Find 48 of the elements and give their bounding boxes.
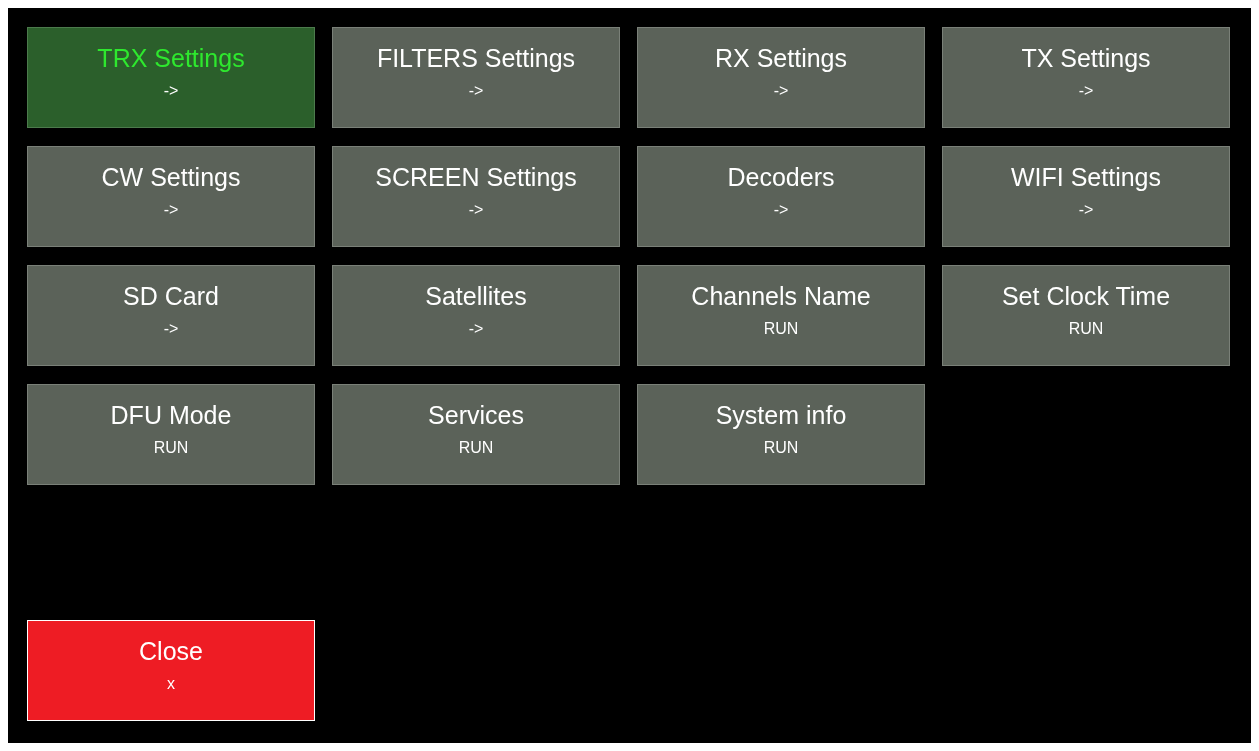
menu-tile[interactable]: SD Card -> [27, 265, 315, 366]
tile-action: RUN [763, 440, 799, 456]
tile-title: SCREEN Settings [375, 165, 577, 190]
tile-action: -> [163, 321, 179, 337]
tile-title: SD Card [123, 284, 219, 309]
tile-action: -> [1078, 202, 1094, 218]
tile-title: CW Settings [101, 165, 241, 190]
close-button[interactable]: Close x [27, 620, 315, 721]
tile-title: WIFI Settings [1010, 165, 1161, 190]
tile-action: -> [773, 83, 789, 99]
menu-tile[interactable]: SCREEN Settings -> [332, 146, 620, 247]
tile-action: -> [468, 202, 484, 218]
menu-tile[interactable]: Decoders -> [637, 146, 925, 247]
menu-tile[interactable]: Channels Name RUN [637, 265, 925, 366]
menu-tile[interactable]: System info RUN [637, 384, 925, 485]
menu-tile[interactable]: TRX Settings -> [27, 27, 315, 128]
tile-title: Channels Name [691, 284, 871, 309]
tile-action: RUN [458, 440, 494, 456]
tile-title: Decoders [727, 165, 835, 190]
tile-action: -> [468, 321, 484, 337]
tile-action: -> [163, 83, 179, 99]
menu-tile[interactable]: WIFI Settings -> [942, 146, 1230, 247]
tile-action: -> [468, 83, 484, 99]
tile-action: RUN [763, 321, 799, 337]
menu-tile[interactable]: Satellites -> [332, 265, 620, 366]
menu-tile[interactable]: RX Settings -> [637, 27, 925, 128]
menu-tile[interactable]: Set Clock Time RUN [942, 265, 1230, 366]
tile-action: -> [773, 202, 789, 218]
tile-title: RX Settings [715, 46, 847, 71]
tile-action: -> [1078, 83, 1094, 99]
tile-title: Set Clock Time [1001, 284, 1171, 309]
tile-title: DFU Mode [110, 403, 232, 428]
menu-tile[interactable]: Services RUN [332, 384, 620, 485]
tile-action: RUN [153, 440, 189, 456]
menu-tile[interactable]: CW Settings -> [27, 146, 315, 247]
tile-title: TRX Settings [97, 46, 245, 71]
tile-action: RUN [1068, 321, 1104, 337]
menu-tile[interactable]: TX Settings -> [942, 27, 1230, 128]
tile-title: TX Settings [1021, 46, 1151, 71]
tile-action: x [167, 676, 175, 692]
tile-action: -> [163, 202, 179, 218]
menu-tile[interactable]: FILTERS Settings -> [332, 27, 620, 128]
tile-title: Services [428, 403, 524, 428]
tile-title: System info [715, 403, 847, 428]
tile-title: Close [139, 639, 203, 664]
tile-title: FILTERS Settings [376, 46, 576, 71]
menu-tile[interactable]: DFU Mode RUN [27, 384, 315, 485]
tile-title: Satellites [425, 284, 527, 309]
